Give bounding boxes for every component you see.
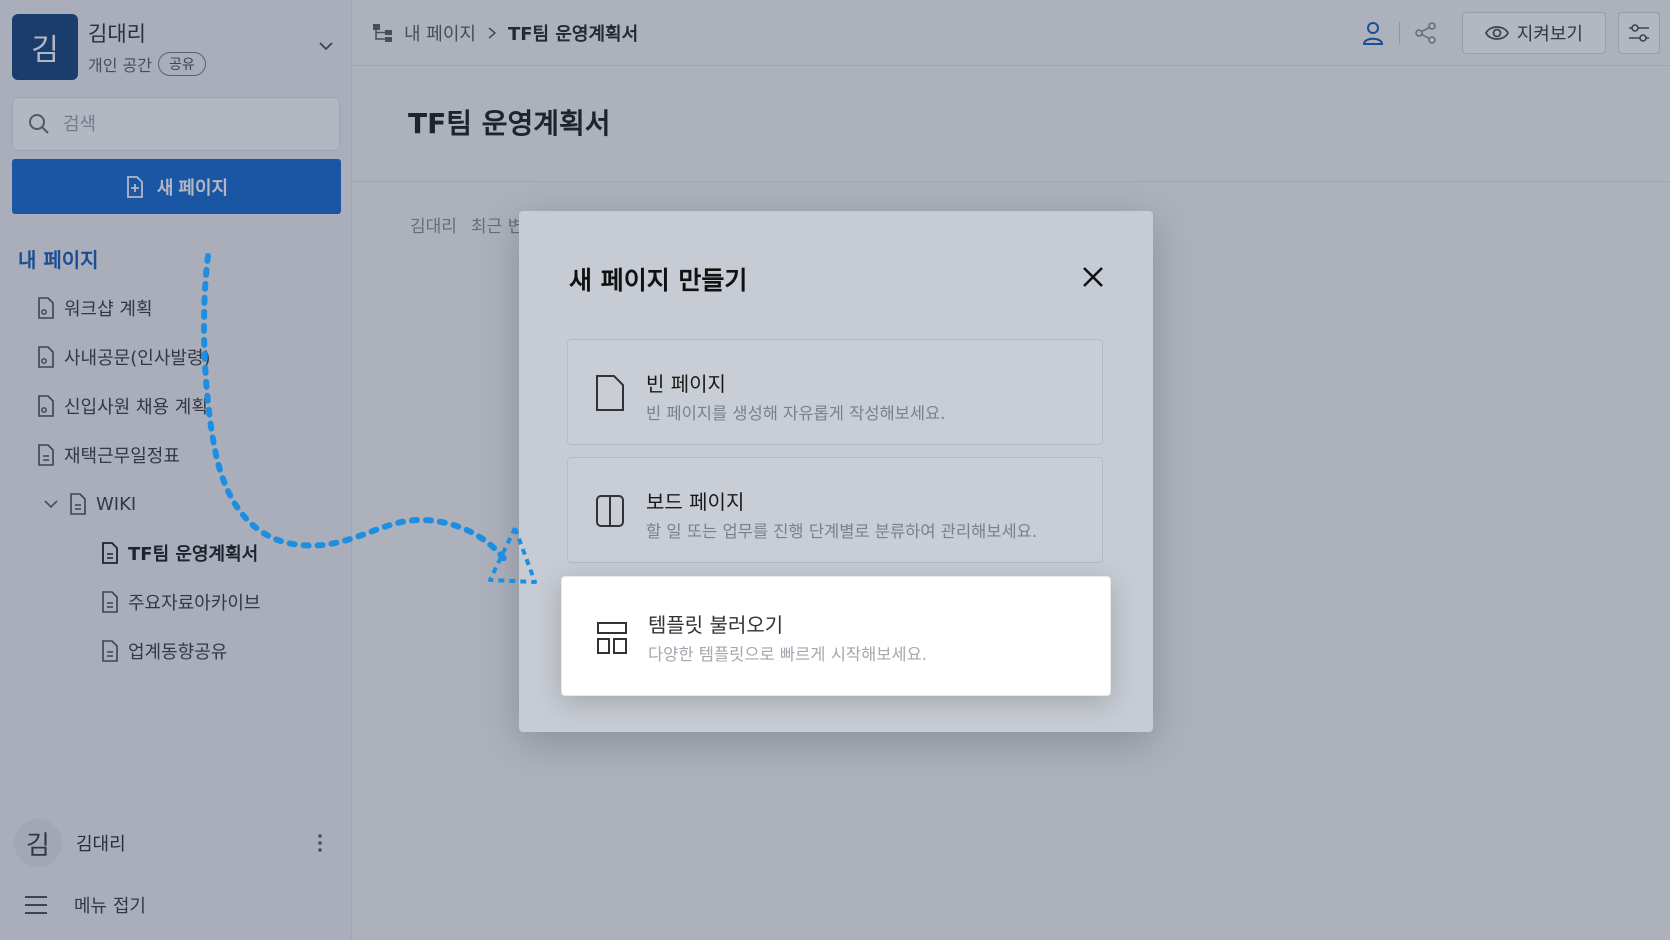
blank-page-option[interactable]: 빈 페이지 빈 페이지를 생성해 자유롭게 작성해보세요.: [567, 339, 1103, 445]
blank-doc-icon: [596, 375, 624, 411]
dialog-title: 새 페이지 만들기: [569, 266, 748, 295]
close-icon[interactable]: [1079, 263, 1107, 291]
option-description: 다양한 템플릿으로 빠르게 시작해보세요.: [648, 645, 928, 664]
load-template-option[interactable]: 템플릿 불러오기 다양한 템플릿으로 빠르게 시작해보세요.: [561, 576, 1111, 696]
app-window: 김 김대리 개인 공간 공유 새 페이지 내 페이지: [0, 0, 1670, 940]
option-description: 빈 페이지를 생성해 자유롭게 작성해보세요.: [646, 404, 946, 423]
option-title: 템플릿 불러오기: [648, 613, 784, 637]
template-layout-icon: [597, 622, 627, 654]
option-title: 보드 페이지: [646, 490, 745, 514]
option-title: 빈 페이지: [646, 372, 726, 396]
board-page-option[interactable]: 보드 페이지 할 일 또는 업무를 진행 단계별로 분류하여 관리해보세요.: [567, 457, 1103, 563]
board-icon: [596, 495, 624, 527]
option-description: 할 일 또는 업무를 진행 단계별로 분류하여 관리해보세요.: [646, 522, 1038, 541]
